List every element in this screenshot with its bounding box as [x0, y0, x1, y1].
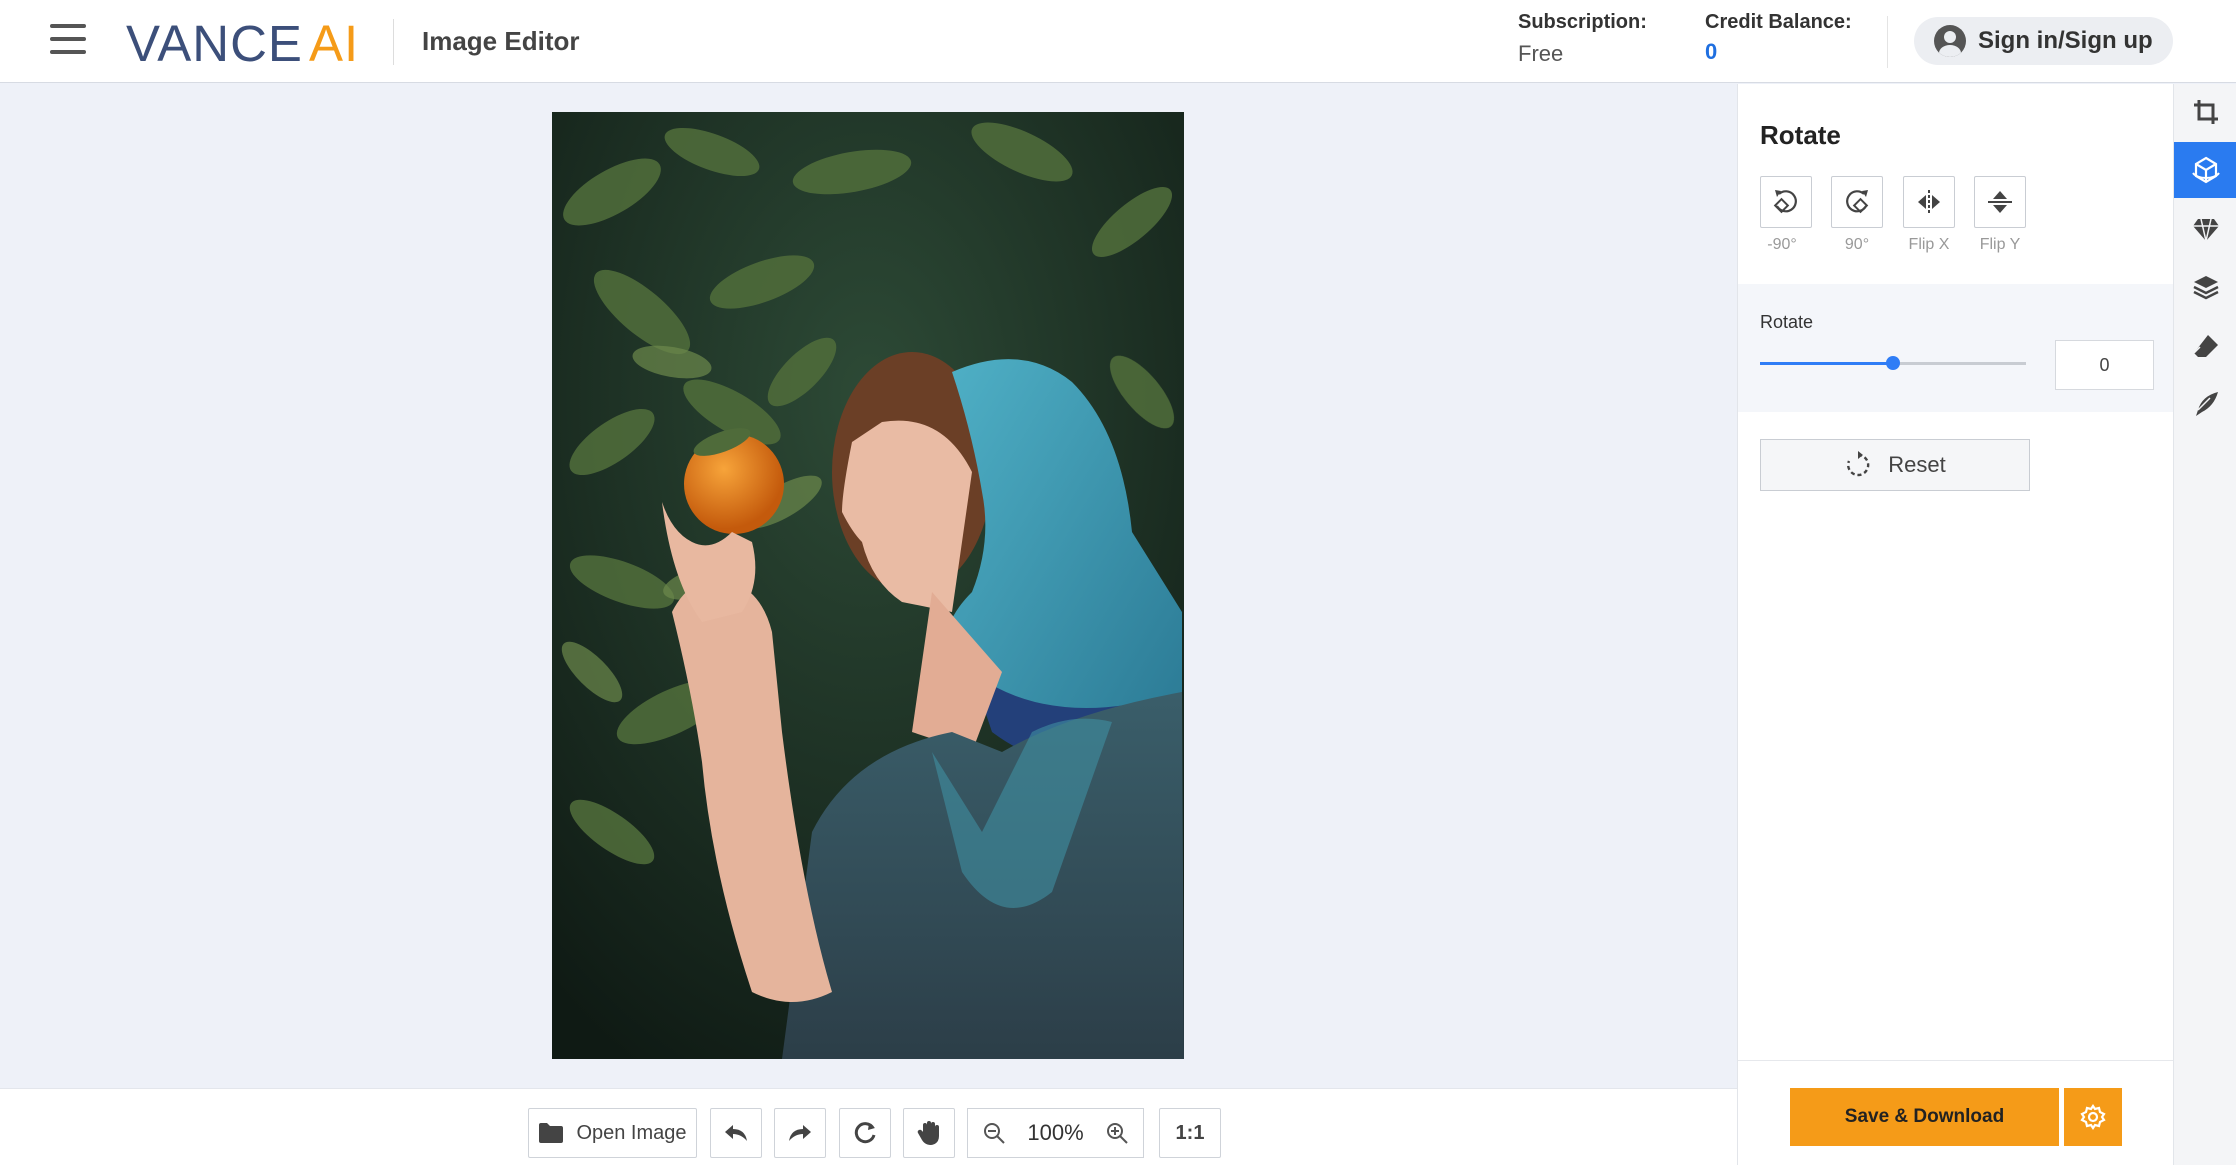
open-image-label: Open Image [576, 1121, 687, 1144]
rotate-slider[interactable] [1760, 356, 2026, 370]
actual-size-button[interactable]: 1:1 [1159, 1108, 1221, 1158]
folder-icon [539, 1123, 564, 1143]
rotate-panel: Rotate -90° 90° Flip X Flip Y Rotate Res… [1737, 84, 2174, 1165]
header-divider-right [1887, 16, 1888, 68]
subscription-value: Free [1518, 41, 1564, 66]
undo-button[interactable] [710, 1108, 762, 1158]
hand-icon [917, 1121, 939, 1145]
flip-vertical-icon [1988, 191, 2012, 213]
rotate-slider-fill [1760, 362, 1893, 365]
reset-icon [1847, 451, 1870, 477]
zoom-control: 100% [967, 1108, 1144, 1158]
bottom-toolbar: Open Image 100% 1:1 [0, 1088, 1737, 1165]
redo-button[interactable] [774, 1108, 826, 1158]
rotate-slider-section: Rotate [1738, 284, 2174, 412]
zoom-out-icon[interactable] [982, 1121, 1006, 1145]
flip-x-label: Flip X [1908, 236, 1950, 253]
refresh-icon [854, 1122, 876, 1144]
flip-horizontal-icon [1918, 190, 1940, 214]
undo-icon [725, 1125, 747, 1141]
rotate-slider-thumb[interactable] [1886, 356, 1900, 370]
vanceai-logo[interactable]: VANCE AI [126, 14, 359, 73]
crop-icon [2193, 100, 2218, 124]
edited-photo[interactable] [552, 112, 1184, 1059]
reset-label: Reset [1888, 452, 1946, 477]
rotate-left-icon [1773, 190, 1797, 214]
download-settings-button[interactable] [2064, 1088, 2122, 1146]
refresh-button[interactable] [839, 1108, 891, 1158]
actual-size-label: 1:1 [1175, 1121, 1205, 1144]
flip-y-button[interactable] [1974, 176, 2026, 228]
rail-eraser[interactable] [2174, 318, 2236, 374]
tool-rail [2173, 84, 2236, 1165]
rotate-left-label: -90° [1767, 236, 1797, 253]
credit-balance-value[interactable]: 0 [1705, 39, 1717, 65]
rail-crop[interactable] [2174, 84, 2236, 140]
panel-divider [1738, 1060, 2174, 1061]
gear-icon [2080, 1104, 2106, 1130]
rotate-right-icon [1846, 190, 1869, 214]
redo-icon [789, 1125, 811, 1141]
rail-brush[interactable] [2174, 376, 2236, 432]
credit-balance-label: Credit Balance: [1705, 11, 1852, 33]
flip-x-button[interactable] [1903, 176, 1955, 228]
zoom-level: 100% [1027, 1120, 1084, 1145]
reset-button[interactable]: Reset [1760, 439, 2030, 491]
rail-rotate[interactable] [2174, 142, 2236, 198]
rotate-slider-label: Rotate [1760, 312, 1814, 332]
diamond-icon [2192, 218, 2219, 242]
rotate-right-button[interactable] [1831, 176, 1883, 228]
panel-title: Rotate [1760, 120, 1841, 150]
rail-layers[interactable] [2174, 260, 2236, 316]
sign-in-button[interactable]: Sign in/Sign up [1914, 17, 2173, 65]
rotate-tool-icon [2191, 156, 2220, 184]
layers-icon [2192, 276, 2219, 300]
header-divider [393, 19, 394, 65]
page-title: Image Editor [422, 26, 580, 56]
rotate-left-button[interactable] [1760, 176, 1812, 228]
hamburger-menu-icon[interactable] [50, 24, 86, 56]
user-avatar-icon [1934, 25, 1966, 57]
rotate-value-input[interactable] [2055, 340, 2154, 390]
zoom-in-icon[interactable] [1105, 1121, 1129, 1145]
subscription-label: Subscription: [1518, 11, 1647, 33]
save-download-button[interactable]: Save & Download [1790, 1088, 2059, 1146]
open-image-button[interactable]: Open Image [528, 1108, 697, 1158]
brush-icon [2195, 392, 2218, 416]
pan-button[interactable] [903, 1108, 955, 1158]
flip-y-label: Flip Y [1979, 236, 2021, 253]
rotate-right-label: 90° [1844, 236, 1870, 253]
rail-enhance[interactable] [2174, 202, 2236, 258]
sign-in-label: Sign in/Sign up [1978, 27, 2153, 54]
photo-illustration [552, 112, 1184, 1059]
eraser-icon [2192, 335, 2218, 357]
top-header: VANCE AI Image Editor Subscription: Free … [0, 0, 2236, 83]
